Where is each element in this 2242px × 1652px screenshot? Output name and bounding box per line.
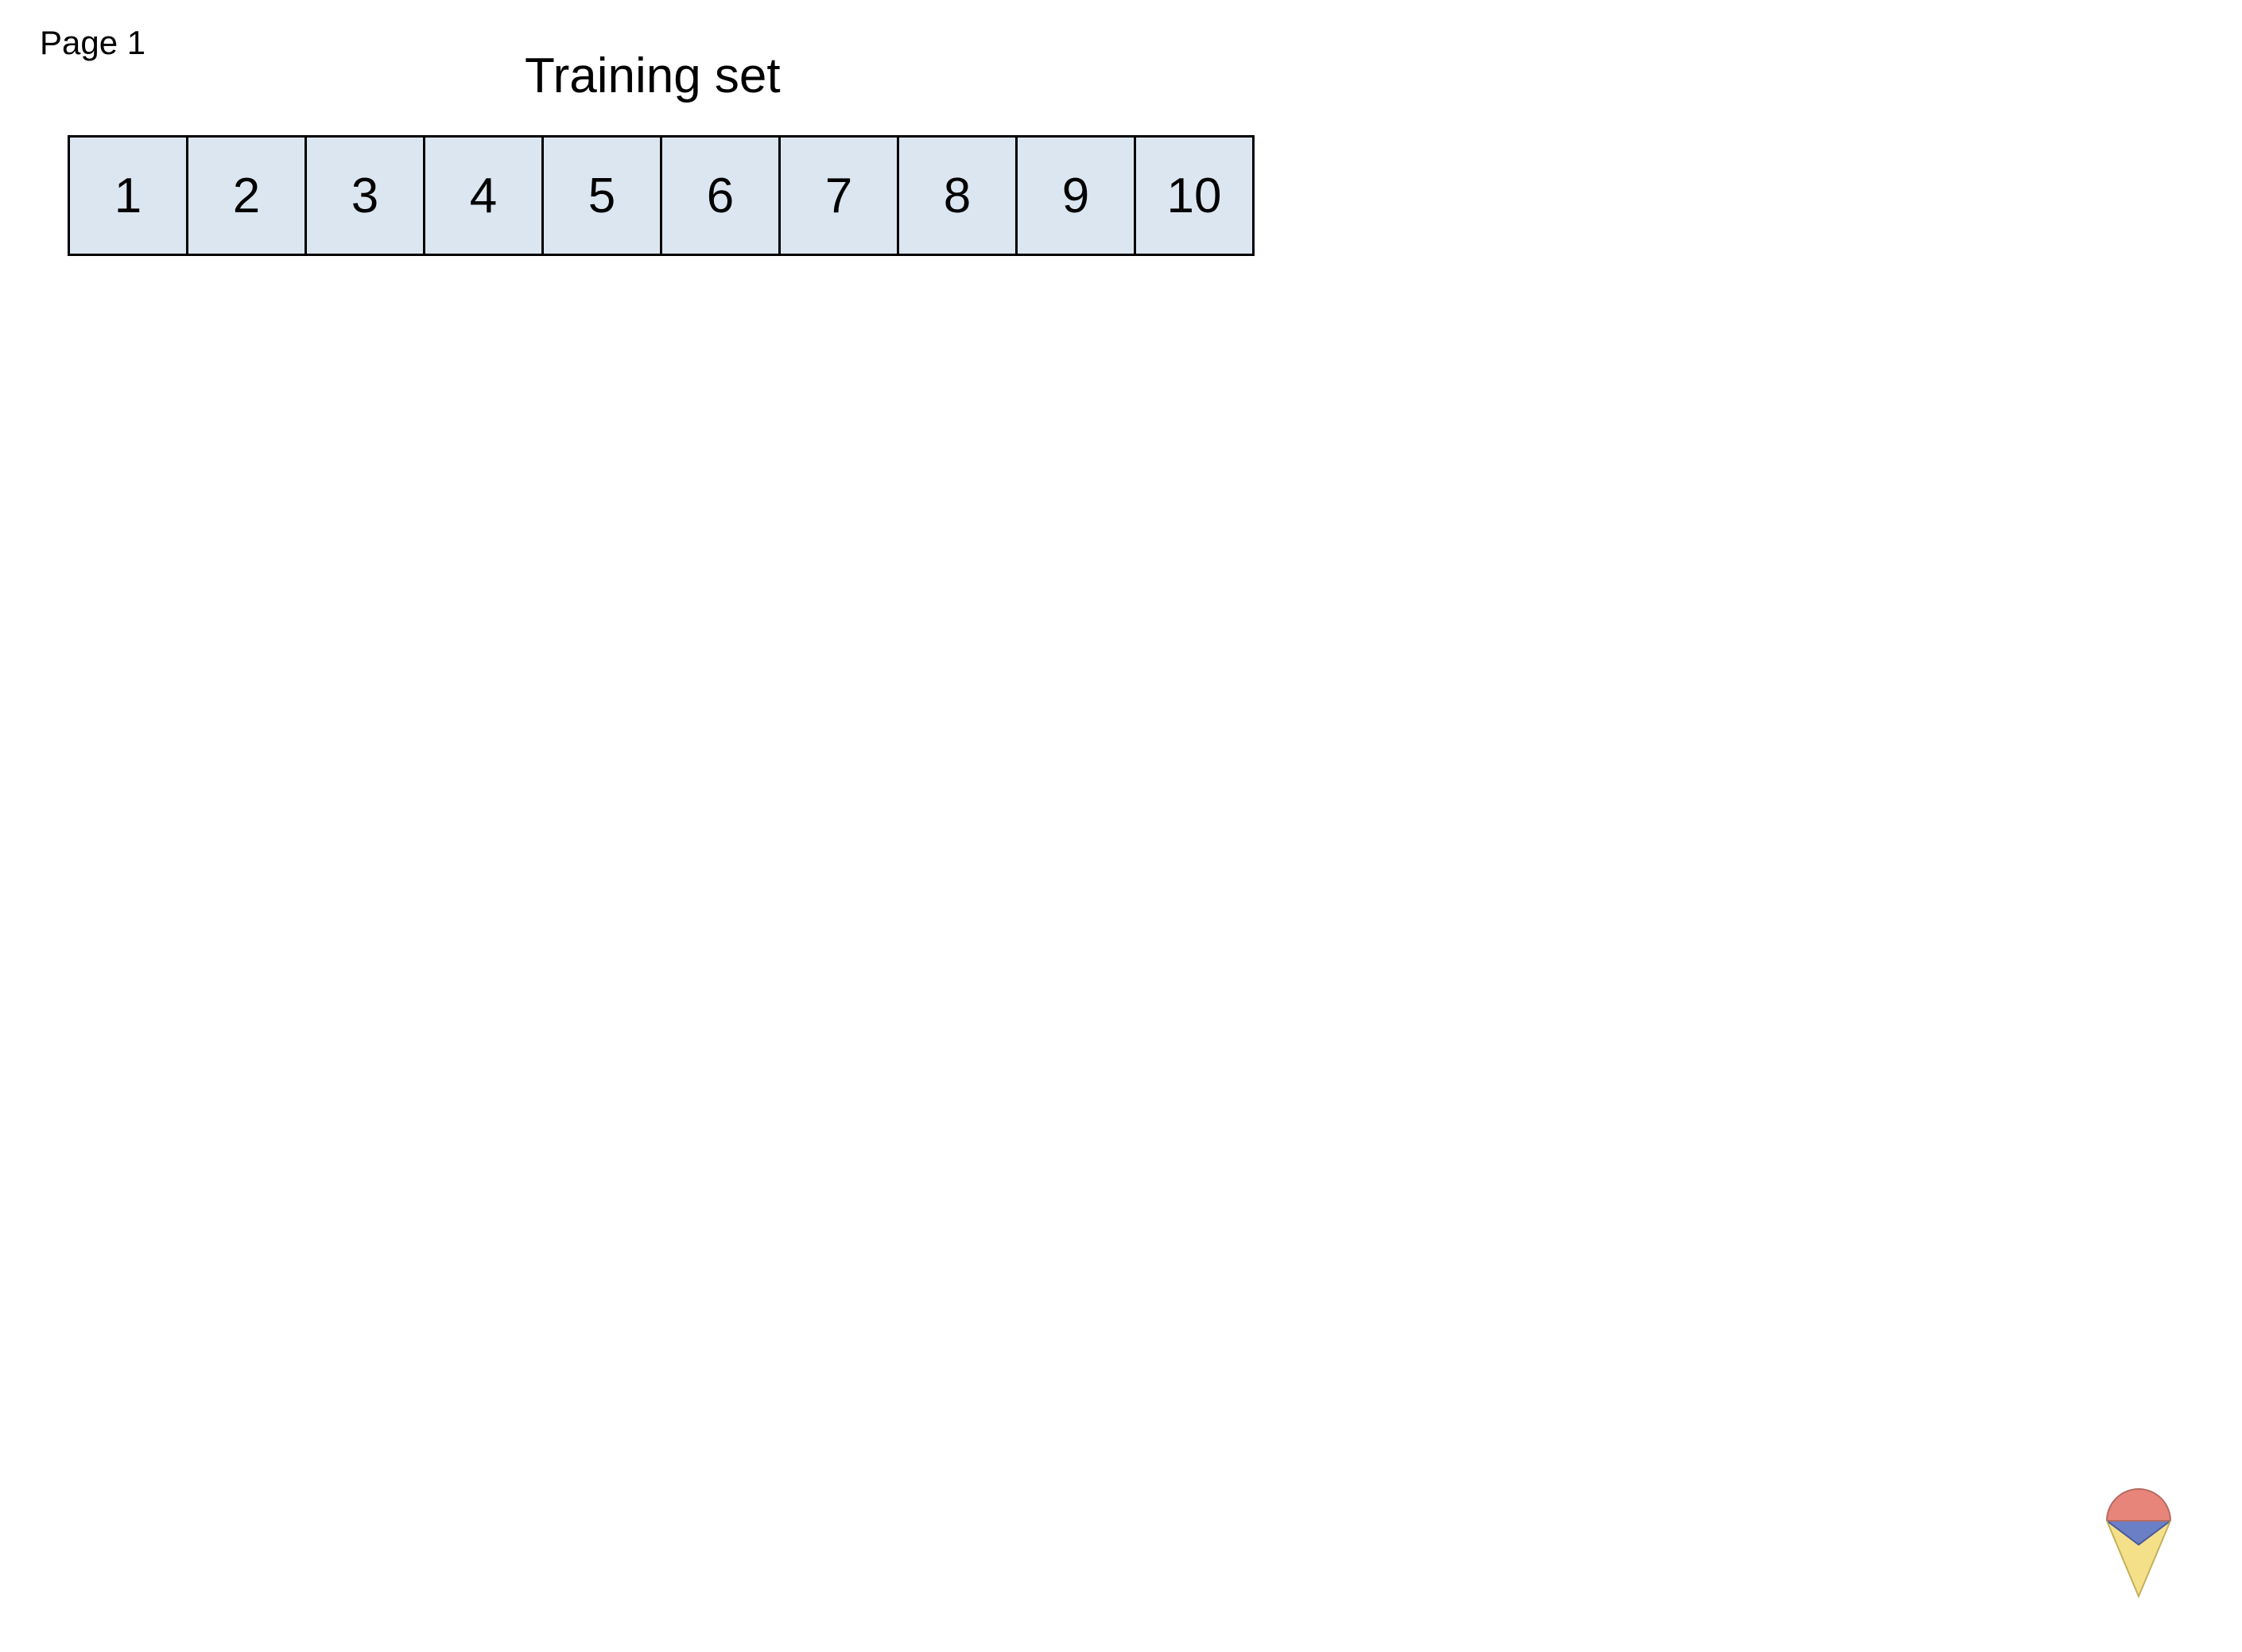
training-cell: 2 bbox=[186, 135, 307, 256]
diagram-title: Training set bbox=[525, 48, 781, 104]
training-cell: 1 bbox=[68, 135, 188, 256]
logo-icon bbox=[2091, 1477, 2186, 1604]
training-set-row: 1 2 3 4 5 6 7 8 9 10 bbox=[68, 135, 1255, 256]
training-cell: 6 bbox=[660, 135, 781, 256]
training-cell: 9 bbox=[1015, 135, 1136, 256]
training-cell: 8 bbox=[897, 135, 1018, 256]
training-cell: 5 bbox=[541, 135, 662, 256]
training-cell: 4 bbox=[423, 135, 544, 256]
training-cell: 10 bbox=[1134, 135, 1255, 256]
page-label: Page 1 bbox=[40, 24, 145, 62]
training-cell: 3 bbox=[304, 135, 425, 256]
training-cell: 7 bbox=[778, 135, 899, 256]
